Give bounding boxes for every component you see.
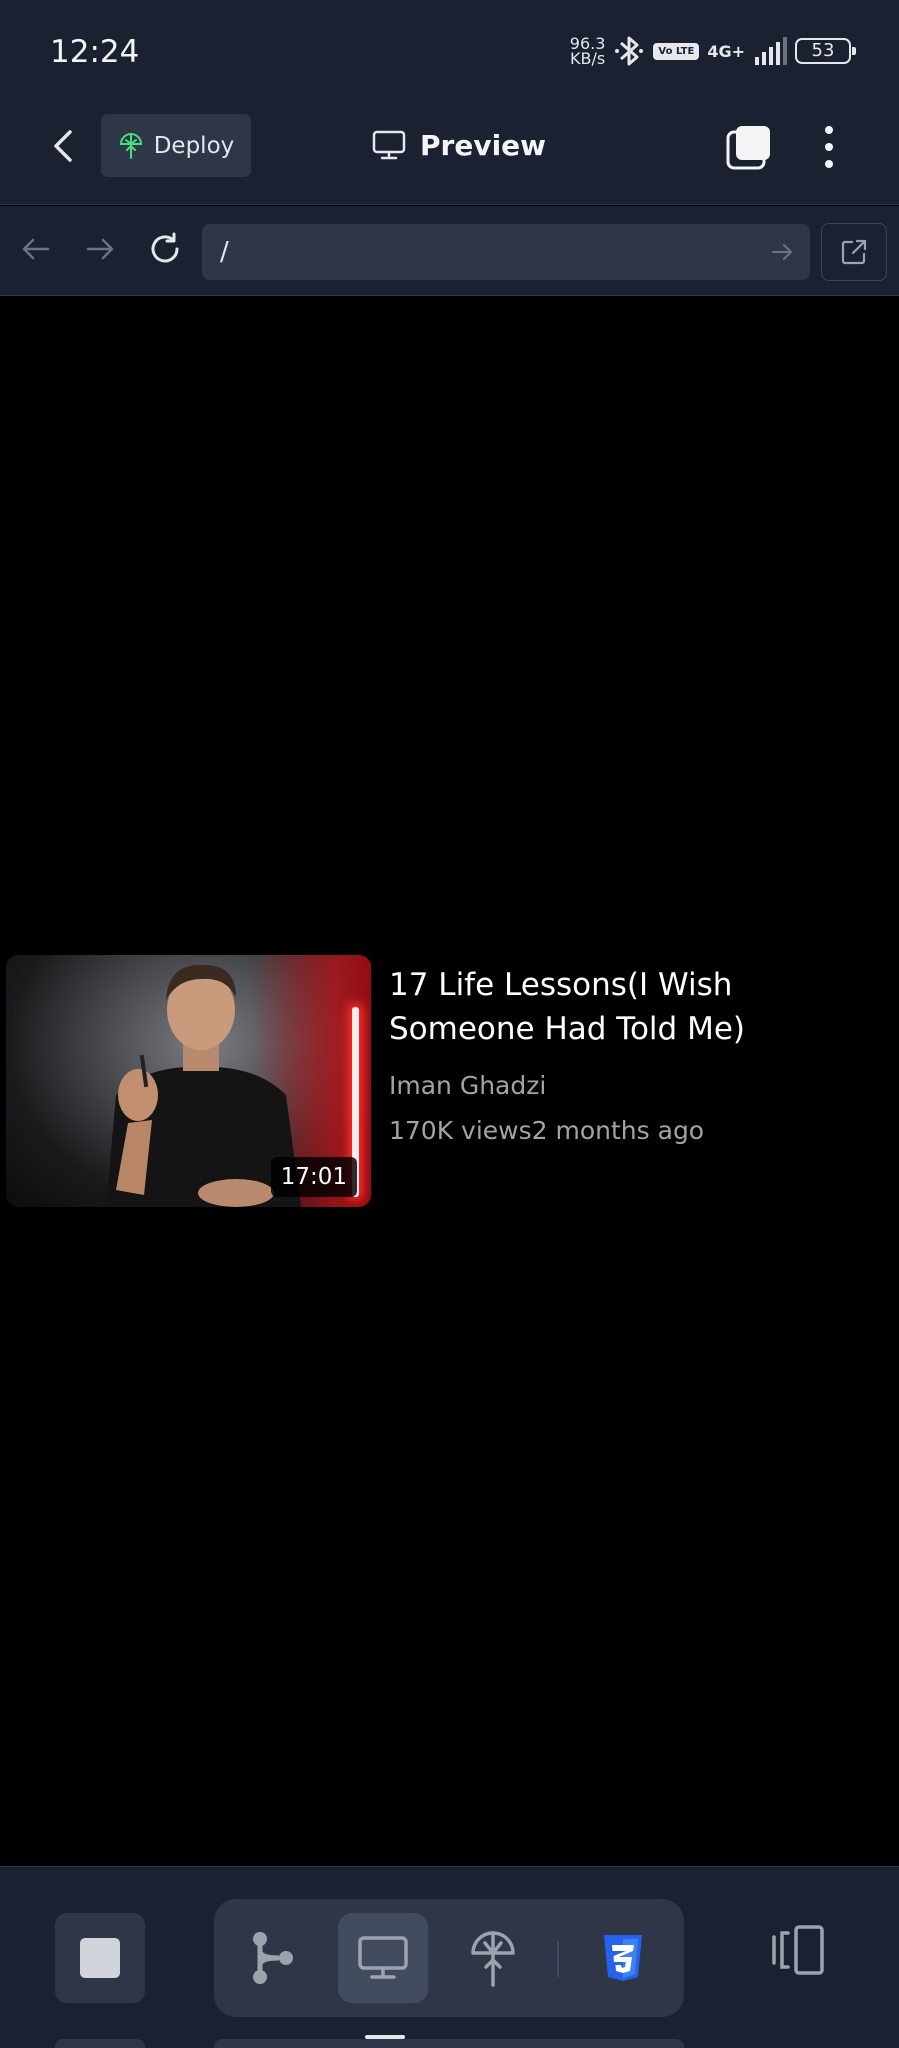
url-text: / [220, 237, 229, 267]
workflow-tool[interactable] [228, 1913, 318, 2003]
peek-tab-center [214, 2039, 684, 2048]
reload-icon[interactable] [147, 231, 183, 267]
deploy-tool[interactable] [448, 1913, 538, 2003]
stop-button[interactable] [55, 1913, 145, 2003]
monitor-icon [358, 1936, 408, 1979]
channel-name[interactable]: Iman Ghadzi [389, 1071, 546, 1100]
battery-indicator: 53 [795, 38, 856, 64]
bottom-toolbar [0, 1866, 899, 2048]
more-vertical-icon[interactable] [812, 122, 846, 172]
network-type: 4G+ [707, 41, 745, 61]
signal-icon [755, 37, 787, 65]
workflow-icon [253, 1932, 293, 1984]
status-icons: 96.3 KB/s Vo LTE 4G+ 53 [569, 33, 856, 69]
monitor-icon [372, 130, 406, 160]
volte-badge: Vo LTE [653, 42, 700, 60]
video-thumbnail[interactable]: 17:01 [6, 955, 371, 1207]
video-title[interactable]: 17 Life Lessons(I Wish Someone Had Told … [389, 963, 869, 1051]
go-arrow-icon[interactable] [770, 240, 794, 264]
bluetooth-icon [615, 36, 644, 66]
stop-icon [80, 1938, 120, 1978]
network-speed: 96.3 KB/s [569, 36, 606, 68]
status-bar: 12:24 96.3 KB/s Vo LTE 4G+ 53 [0, 0, 899, 100]
upload-age: 2 months ago [531, 1116, 705, 1145]
arrow-left-icon[interactable] [18, 231, 54, 267]
app-bar: Deploy Preview [0, 100, 899, 205]
tool-separator [557, 1941, 559, 1977]
network-speed-unit: KB/s [569, 49, 606, 68]
video-meta: 170K views2 months ago [389, 1116, 704, 1145]
view-count: 170K views [389, 1116, 532, 1145]
device-toggle-icon[interactable] [770, 1923, 826, 1977]
arrow-right-icon[interactable] [82, 231, 118, 267]
video-card[interactable]: 17:01 17 Life Lessons(I Wish Someone Had… [6, 955, 886, 1209]
home-indicator [365, 2035, 405, 2039]
video-duration: 17:01 [270, 1157, 357, 1197]
preview-tool[interactable] [338, 1913, 428, 2003]
deploy-button[interactable]: Deploy [101, 114, 251, 177]
deploy-icon [119, 132, 142, 159]
tabs-icon[interactable] [724, 124, 772, 172]
page-title-text: Preview [420, 128, 547, 162]
page-title: Preview [372, 120, 546, 170]
browser-nav-bar: / [0, 206, 899, 296]
open-external-button[interactable] [821, 223, 887, 281]
deploy-icon [471, 1931, 515, 1987]
chevron-left-icon[interactable] [44, 126, 84, 166]
css3-icon [604, 1935, 642, 1981]
peek-tab-left [55, 2039, 145, 2048]
deploy-label: Deploy [153, 132, 235, 159]
status-time: 12:24 [50, 34, 140, 70]
css-tool[interactable] [578, 1913, 668, 2003]
url-input[interactable]: / [202, 224, 810, 280]
tool-group [214, 1899, 684, 2017]
external-link-icon [841, 239, 867, 265]
